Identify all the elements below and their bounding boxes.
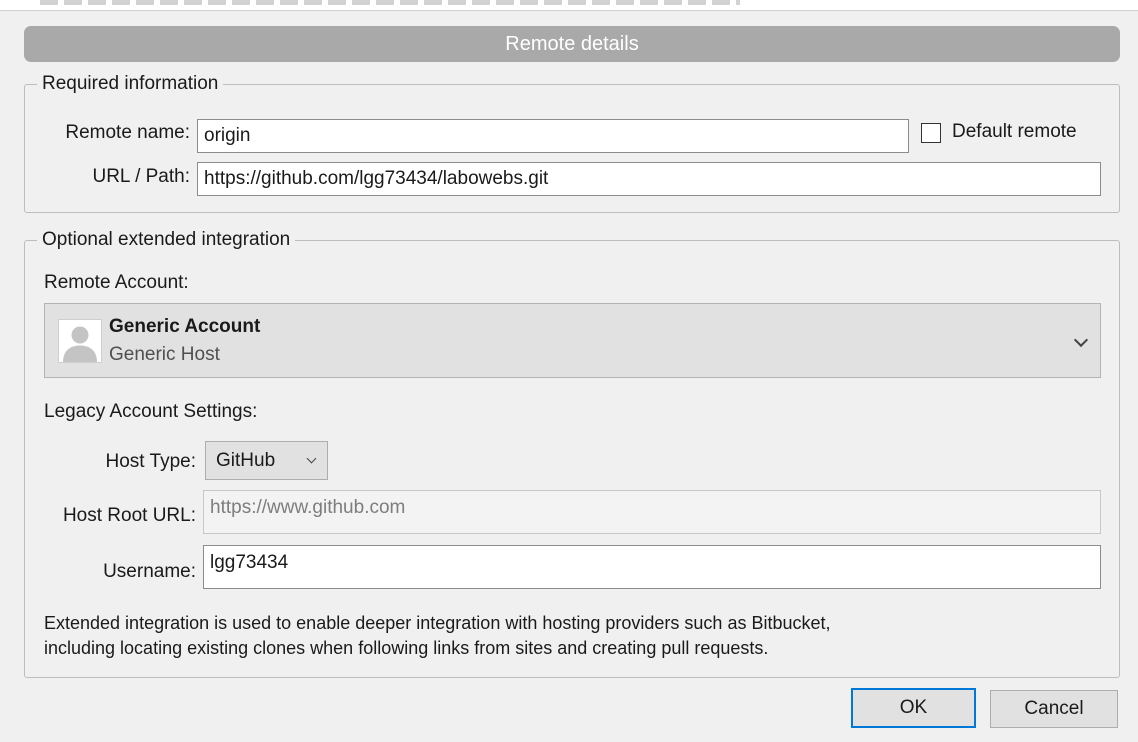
dialog-title-bar: Remote details bbox=[24, 26, 1120, 62]
url-path-label: URL / Path: bbox=[92, 166, 190, 187]
background-window-strip bbox=[0, 0, 1138, 11]
host-type-label: Host Type: bbox=[105, 451, 196, 472]
username-value: lgg73434 bbox=[210, 552, 289, 573]
host-root-url-label: Host Root URL: bbox=[62, 505, 196, 526]
host-type-value: GitHub bbox=[216, 449, 276, 471]
cancel-button[interactable]: Cancel bbox=[990, 690, 1118, 728]
ok-button[interactable]: OK bbox=[851, 688, 976, 728]
host-type-select[interactable]: GitHub bbox=[205, 441, 328, 480]
remote-name-input[interactable]: origin bbox=[197, 119, 909, 153]
optional-integration-legend: Optional extended integration bbox=[42, 229, 291, 250]
remote-name-label: Remote name: bbox=[65, 122, 190, 143]
required-information-legend: Required information bbox=[42, 73, 219, 94]
integration-description-line-1: Extended integration is used to enable d… bbox=[44, 613, 831, 633]
cancel-button-label: Cancel bbox=[1024, 698, 1084, 719]
remote-account-dropdown[interactable]: Generic Account Generic Host bbox=[44, 303, 1101, 378]
dialog-title: Remote details bbox=[505, 32, 639, 55]
username-label: Username: bbox=[103, 561, 196, 582]
ok-button-label: OK bbox=[899, 697, 928, 718]
remote-name-value: origin bbox=[204, 125, 251, 146]
username-input[interactable]: lgg73434 bbox=[203, 545, 1101, 589]
user-avatar-icon bbox=[58, 319, 102, 363]
url-path-value: https://github.com/lgg73434/labowebs.git bbox=[204, 168, 549, 189]
legacy-account-settings-label: Legacy Account Settings: bbox=[44, 401, 258, 422]
default-remote-label[interactable]: Default remote bbox=[952, 121, 1077, 143]
url-path-input[interactable]: https://github.com/lgg73434/labowebs.git bbox=[197, 162, 1101, 196]
chevron-down-icon bbox=[1073, 332, 1089, 348]
host-type-chevron-down-icon bbox=[306, 453, 317, 464]
integration-description-line-2: including locating existing clones when … bbox=[44, 638, 769, 658]
integration-description: Extended integration is used to enable d… bbox=[44, 611, 831, 661]
host-root-url-value: https://www.github.com bbox=[210, 497, 406, 518]
default-remote-checkbox[interactable] bbox=[921, 123, 941, 143]
remote-account-label: Remote Account: bbox=[44, 272, 189, 293]
host-root-url-input: https://www.github.com bbox=[203, 490, 1101, 534]
account-host: Generic Host bbox=[109, 344, 220, 365]
account-name: Generic Account bbox=[109, 316, 261, 337]
background-window-text bbox=[40, 0, 740, 5]
